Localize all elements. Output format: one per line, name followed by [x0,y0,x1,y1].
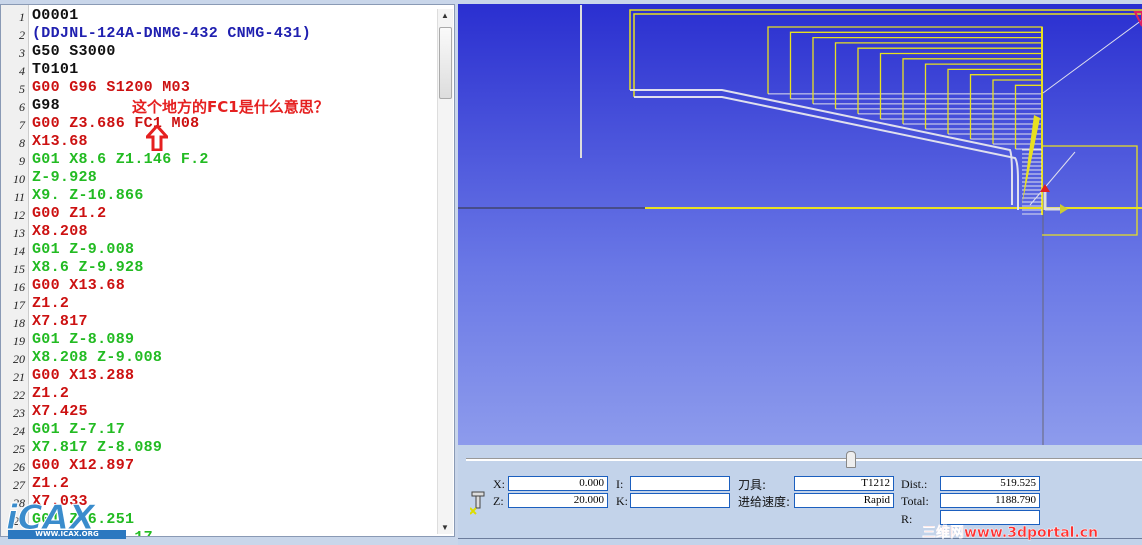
red-up-arrow-icon [146,125,168,151]
code-line: G00 X12.897 [32,457,135,474]
code-line: G50 S3000 [32,43,116,60]
watermark: 三维网www.3dportal.cn [922,525,1099,541]
toolpath-viewport[interactable] [458,4,1142,445]
scroll-down-arrow-icon[interactable]: ▼ [441,523,449,532]
line-number: 5 [19,82,25,96]
line-number: 13 [13,226,25,240]
approach-path [1042,145,1138,236]
simulation-slider[interactable] [466,458,1142,461]
dist-label: Dist.: [901,477,928,491]
line-number: 27 [13,478,25,492]
line-number: 25 [13,442,25,456]
nc-code-editor[interactable]: 1 2 3 4 5 6 7 8 9 10 11 12 13 14 15 16 17 18 19 20 21 22 23 24 2… [0,4,455,537]
code-line: G01 Z-9.008 [32,241,135,258]
code-line: O0001 [32,7,79,24]
line-number: 20 [13,352,25,366]
line-number: 9 [19,154,25,168]
code-line: Z1.2 [32,475,70,492]
tool-label: 刀具: [738,478,767,492]
z-field: 20.000 [508,493,608,508]
line-number-gutter: 1 2 3 4 5 6 7 8 9 10 11 12 13 14 15 16 17 18 19 20 21 22 23 24 2… [1,5,29,536]
code-line: G00 X13.68 [32,277,126,294]
i-field [630,476,730,491]
line-number: 23 [13,406,25,420]
code-line: G01 Z-7.17 [32,421,126,438]
code-line: X7.425 [32,403,88,420]
x-label: X: [493,477,505,491]
line-number: 2 [19,28,25,42]
code-line: Z1.2 [32,295,70,312]
line-number: 12 [13,208,25,222]
tool-field: T1212 [794,476,894,491]
question-annotation: 这个地方的FC1是什么意思？ [132,98,329,116]
code-line: Z-9.928 [32,169,98,186]
code-line: X9. Z-10.866 [32,187,144,204]
code-line: X7.817 Z-8.089 [32,439,163,456]
dist-field: 519.525 [940,476,1040,491]
line-number: 26 [13,460,25,474]
feed-rate-label: 进给速度: [738,495,791,509]
k-label: K: [616,494,628,508]
code-line: G01 Z-8.089 [32,331,135,348]
line-number: 7 [19,118,25,132]
line-number: 17 [13,298,25,312]
code-line: X8.208 [32,223,88,240]
line-number: 10 [13,172,25,186]
code-line: Z1.2 [32,385,70,402]
line-number: 1 [19,10,25,24]
code-line: T0101 [32,61,79,78]
line-number: 21 [13,370,25,384]
simulation-slider-thumb[interactable] [846,451,857,468]
total-label: Total: [901,494,929,508]
k-field [630,493,730,508]
line-number: 11 [13,190,25,204]
line-number: 8 [19,136,25,150]
r-label: R: [901,512,913,526]
line-number: 3 [19,46,25,60]
code-line: X7.817 [32,313,88,330]
code-line: G00 G96 S1200 M03 [32,79,191,96]
code-line: (DDJNL-124A-DNMG-432 CNMG-431) [32,25,312,42]
tool-x-axis-arrow-icon [1060,204,1068,214]
code-line: G98 [32,97,60,114]
icax-logo-url: WWW.ICAX.ORG [8,530,126,539]
total-field: 1188.790 [940,493,1040,508]
feed-rate-field: Rapid [794,493,894,508]
code-line: G00 X13.288 [32,367,135,384]
line-number: 14 [13,244,25,258]
vertical-scrollbar[interactable]: ▲ ▼ [437,9,453,534]
line-number: 15 [13,262,25,276]
code-line: X8.208 Z-9.008 [32,349,163,366]
scroll-up-arrow-icon[interactable]: ▲ [441,11,449,20]
i-label: I: [616,477,624,491]
scrollbar-thumb[interactable] [439,27,452,99]
line-number: 22 [13,388,25,402]
x-field: 0.000 [508,476,608,491]
line-number: 18 [13,316,25,330]
line-number: 16 [13,280,25,294]
code-line: G00 Z1.2 [32,205,107,222]
code-line: G00 Z3.686 FC1 M08 [32,115,200,132]
finish-profile [630,89,1013,205]
line-number: 24 [13,424,25,438]
line-number: 19 [13,334,25,348]
code-line: G01 X8.6 Z1.146 F.2 [32,151,209,168]
rapid-path [629,9,1142,90]
line-number: 4 [19,64,25,78]
toolpath-drawing [458,5,1142,445]
line-number: 6 [19,100,25,114]
code-line: X13.68 [32,133,88,150]
z-label: Z: [493,494,504,508]
approach-line [1042,19,1142,94]
code-line: X8.6 Z-9.928 [32,259,144,276]
tool-icon [470,491,485,515]
